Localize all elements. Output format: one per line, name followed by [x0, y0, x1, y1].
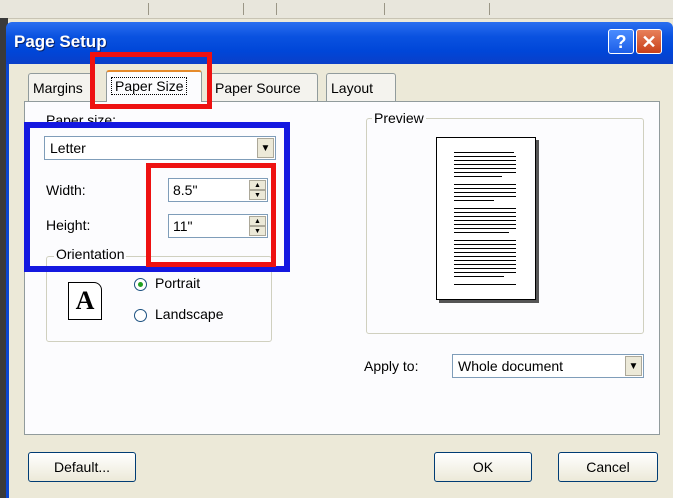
apply-to-dropdown[interactable]: Whole document ▼ — [452, 354, 644, 378]
landscape-label[interactable]: Landscape — [155, 306, 224, 322]
tab-layout[interactable]: Layout — [326, 73, 396, 101]
apply-to-label: Apply to: — [364, 358, 419, 374]
tab-label: Margins — [33, 80, 83, 96]
window-title: Page Setup — [14, 32, 107, 51]
toolbar-separator — [384, 3, 385, 15]
help-button[interactable]: ? — [608, 29, 634, 54]
background-toolbar-strip — [0, 0, 673, 19]
close-icon: ✕ — [641, 32, 657, 52]
tab-paper-source[interactable]: Paper Source — [210, 73, 318, 101]
landscape-radio[interactable] — [134, 309, 147, 322]
toolbar-separator — [243, 3, 244, 15]
toolbar-separator — [148, 3, 149, 15]
toolbar-separator — [276, 3, 277, 15]
help-icon: ? — [615, 32, 627, 52]
preview-page — [436, 137, 536, 300]
portrait-radio[interactable] — [134, 278, 147, 291]
chevron-down-icon[interactable]: ▼ — [625, 356, 642, 376]
tab-margins[interactable]: Margins — [28, 73, 94, 101]
tab-label: Paper Size — [111, 77, 188, 95]
cancel-button[interactable]: Cancel — [558, 452, 658, 482]
highlight-box-dimensions — [146, 163, 276, 267]
tab-label: Layout — [331, 80, 374, 96]
tab-paper-size[interactable]: Paper Size — [106, 70, 202, 102]
portrait-label[interactable]: Portrait — [155, 275, 200, 291]
tab-label: Paper Source — [215, 80, 301, 96]
apply-to-value: Whole document — [458, 358, 564, 374]
toolbar-separator — [489, 3, 490, 15]
portrait-page-icon: A — [68, 282, 102, 320]
close-button[interactable]: ✕ — [636, 29, 662, 54]
preview-label: Preview — [372, 110, 426, 126]
ok-button[interactable]: OK — [434, 452, 532, 482]
default-button[interactable]: Default... — [28, 452, 136, 482]
